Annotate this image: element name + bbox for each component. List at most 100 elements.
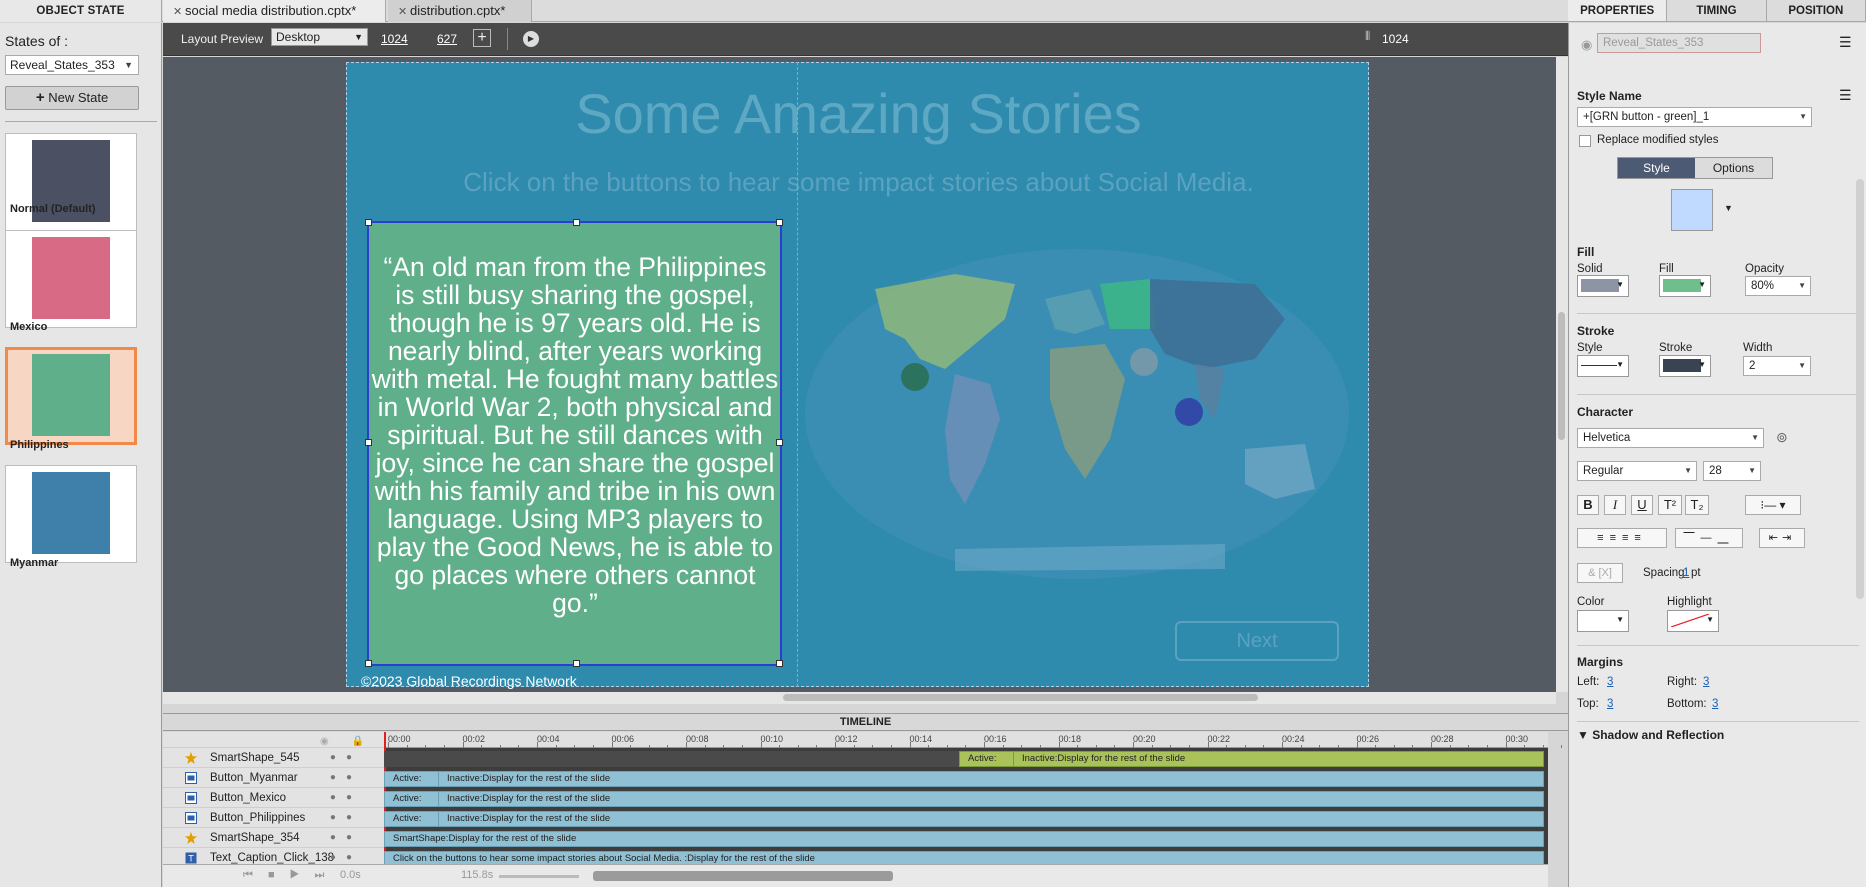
panel-menu-icon[interactable]: ☰ [1839, 34, 1852, 51]
timeline-row-name[interactable]: Button_Philippines ●● [163, 808, 384, 828]
add-breakpoint-button[interactable]: + [473, 29, 491, 47]
shadow-reflection-header[interactable]: ▼ Shadow and Reflection [1577, 728, 1724, 742]
timeline-row-name[interactable]: SmartShape_354 ●● [163, 828, 384, 848]
style-tab[interactable]: Style [1618, 158, 1695, 178]
timeline-track[interactable]: SmartShape:Display for the rest of the s… [384, 829, 1548, 849]
timeline-track[interactable]: Active: Inactive:Display for the rest of … [384, 769, 1548, 789]
tab-properties[interactable]: PROPERTIES [1568, 0, 1668, 21]
opacity-select[interactable]: 80% ▼ [1745, 276, 1811, 296]
timeline-scrollbar[interactable] [593, 871, 893, 881]
subscript-button[interactable]: T₂ [1685, 495, 1709, 515]
fill-color-picker[interactable]: ▼ [1659, 275, 1711, 297]
play-icon[interactable]: ▶ [523, 31, 539, 47]
slide-title[interactable]: Some Amazing Stories [347, 81, 1370, 146]
next-button[interactable]: Next [1175, 621, 1339, 661]
resize-handle[interactable] [365, 660, 372, 667]
inactive-bar[interactable]: Inactive:Display for the rest of the sli… [438, 791, 1544, 807]
new-state-button[interactable]: + New State [5, 86, 139, 110]
link-icon[interactable]: ⊚ [1776, 429, 1788, 446]
superscript-button[interactable]: T² [1658, 495, 1682, 515]
scrollbar-thumb[interactable] [1558, 312, 1565, 440]
timeline-row-name[interactable]: Button_Mexico ●● [163, 788, 384, 808]
italic-button[interactable]: I [1604, 495, 1626, 515]
text-align-group[interactable]: ≡≡≡≡ [1577, 528, 1667, 548]
timeline-track[interactable]: Active: Inactive:Display for the rest of … [384, 789, 1548, 809]
stroke-width-select[interactable]: 2 ▼ [1743, 356, 1811, 376]
slide-subtitle[interactable]: Click on the buttons to hear some impact… [347, 167, 1370, 198]
stroke-style-select[interactable]: ▼ [1577, 355, 1629, 377]
tab-position[interactable]: POSITION [1767, 0, 1866, 21]
style-menu-icon[interactable]: ☰ [1839, 87, 1852, 104]
device-select[interactable]: Desktop ▼ [271, 28, 368, 46]
options-tab[interactable]: Options [1695, 158, 1772, 178]
story-text[interactable]: “An old man from the Philippines is stil… [371, 253, 779, 617]
resize-handle[interactable] [776, 660, 783, 667]
timeline-row-name[interactable]: Button_Myanmar ●● [163, 768, 384, 788]
style-name-select[interactable]: +[GRN button - green]_1 ▼ [1577, 107, 1812, 127]
inactive-bar[interactable]: Inactive:Display for the rest of the sli… [1013, 751, 1544, 767]
active-bar[interactable]: Active: [384, 791, 439, 807]
row-toggles[interactable]: ●● [330, 768, 362, 788]
underline-button[interactable]: U [1631, 495, 1653, 515]
vertical-align-group[interactable]: ⎺—⎽ [1675, 528, 1743, 548]
timeline-ruler[interactable]: 00:00 00:02 00:04 00:06 00:08 00:10 00:12 00:14… [384, 732, 1563, 748]
playback-icons[interactable]: ⏮ ■ ▶ ⏭ [243, 869, 330, 882]
tab-object-state[interactable]: OBJECT STATE [0, 0, 162, 22]
row-toggles[interactable]: ●● [330, 788, 362, 808]
reveal-states-box[interactable]: “An old man from the Philippines is stil… [365, 219, 783, 667]
font-select[interactable]: Helvetica ▼ [1577, 428, 1764, 448]
resize-handle[interactable] [365, 219, 372, 226]
stroke-color-picker[interactable]: ▼ [1659, 355, 1711, 377]
resize-handle[interactable] [776, 439, 783, 446]
highlight-color-picker[interactable]: ▼ [1667, 610, 1719, 632]
text-color-picker[interactable]: ▼ [1577, 610, 1629, 632]
row-toggles[interactable]: ●● [330, 808, 362, 828]
replace-modified-checkbox[interactable] [1579, 135, 1591, 147]
font-weight-select[interactable]: Regular ▼ [1577, 461, 1697, 481]
inactive-bar[interactable]: Inactive:Display for the rest of the sli… [438, 771, 1544, 787]
style-preview-swatch[interactable] [1671, 189, 1713, 231]
active-bar[interactable]: Active: [959, 751, 1014, 767]
indent-group[interactable]: ⇤⇥ [1759, 528, 1805, 548]
stage-vertical-scrollbar[interactable] [1556, 57, 1568, 692]
object-name-field[interactable]: Reveal_States_353 [1597, 33, 1761, 53]
resize-handle[interactable] [573, 219, 580, 226]
zoom-slider[interactable] [499, 875, 579, 878]
active-bar[interactable]: Active: [384, 811, 439, 827]
resize-handle[interactable] [365, 439, 372, 446]
timeline-row-name[interactable]: SmartShape_545 ●● [163, 748, 384, 768]
bullet-list-select[interactable]: ⁝— ▾ [1745, 495, 1801, 515]
bold-button[interactable]: B [1577, 495, 1599, 515]
font-size-select[interactable]: 28 ▼ [1703, 461, 1761, 481]
tab-social-media-distribution[interactable]: ✕ social media distribution.cptx* [163, 0, 386, 22]
copyright-text[interactable]: ©2023 Global Recordings Network [361, 673, 577, 689]
spacing-value[interactable]: 1 [1683, 567, 1689, 579]
display-bar[interactable]: SmartShape:Display for the rest of the s… [384, 831, 1544, 847]
scrollbar-thumb[interactable] [783, 694, 1258, 701]
close-icon[interactable]: ✕ [173, 1, 185, 23]
tab-distribution[interactable]: ✕ distribution.cptx* [388, 0, 532, 22]
resize-handle[interactable] [776, 219, 783, 226]
state-thumb-myanmar[interactable] [5, 465, 137, 563]
height-field[interactable]: 627 [437, 32, 457, 46]
row-toggles[interactable]: ●● [330, 748, 362, 768]
state-thumb-normal[interactable] [5, 133, 137, 231]
active-bar[interactable]: Active: [384, 771, 439, 787]
world-map[interactable] [805, 249, 1350, 589]
chevron-down-icon[interactable]: ▼ [1724, 203, 1733, 213]
close-icon[interactable]: ✕ [398, 1, 410, 23]
margin-bottom-value[interactable]: 3 [1712, 698, 1718, 710]
properties-scrollbar[interactable] [1856, 179, 1864, 599]
ruler-handle[interactable]: ⦀ [1365, 29, 1375, 47]
eye-icon[interactable]: ◉ [1581, 37, 1592, 53]
stage-horizontal-scrollbar[interactable] [163, 692, 1556, 704]
margin-left-value[interactable]: 3 [1607, 676, 1613, 688]
margin-top-value[interactable]: 3 [1607, 698, 1613, 710]
text-effects-button[interactable]: & [X] [1577, 563, 1623, 583]
tab-timing[interactable]: TIMING [1667, 0, 1767, 21]
state-thumb-mexico[interactable] [5, 230, 137, 328]
timeline-track[interactable]: Active: Inactive:Display for the rest of … [384, 809, 1548, 829]
timeline-track[interactable]: Active: Inactive:Display for the rest of … [384, 749, 1548, 769]
resize-handle[interactable] [573, 660, 580, 667]
width-field[interactable]: 1024 [381, 32, 408, 46]
